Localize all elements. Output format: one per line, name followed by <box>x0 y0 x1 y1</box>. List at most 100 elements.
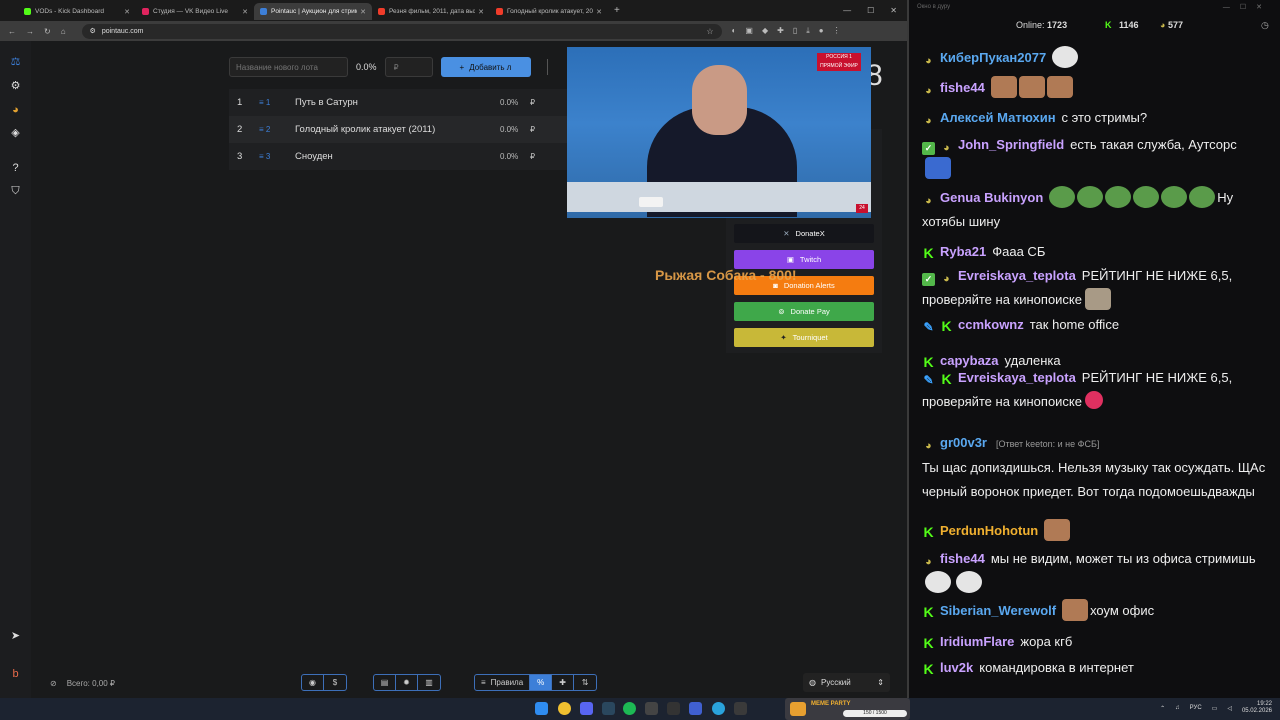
chat-username[interactable]: fishe44 <box>940 80 985 95</box>
chat-username[interactable]: Evreiskaya_teplota <box>958 268 1076 283</box>
chat-username[interactable]: IridiumFlare <box>940 634 1014 649</box>
tab-vk-studio[interactable]: Студия — VK Видео Live ✕ <box>136 3 254 20</box>
chat-username[interactable]: Siberian_Werewolf <box>940 603 1056 618</box>
lot-id[interactable]: ≡ 3 <box>259 152 270 161</box>
start-icon[interactable] <box>535 702 548 715</box>
obs-icon[interactable] <box>667 702 680 715</box>
lot-row[interactable]: 1 ≡ 1 Путь в Сатурн 0.0% ₽ <box>229 89 567 116</box>
close-tab-icon[interactable]: ✕ <box>242 8 248 16</box>
reply-context[interactable]: [Ответ keeton: и не ФСБ] <box>996 439 1099 449</box>
bug-icon[interactable]: ✹ <box>396 675 418 690</box>
back-icon[interactable]: ← <box>8 27 16 36</box>
site-info-icon[interactable]: ⚙ <box>90 27 96 35</box>
chat-username[interactable]: luv2k <box>940 660 973 675</box>
network-icon[interactable]: ▭ <box>1212 705 1218 712</box>
percent-toggle[interactable]: % <box>530 675 553 690</box>
lot-row[interactable]: 2 ≡ 2 Голодный кролик атакует (2011) 0.0… <box>229 116 567 143</box>
maximize-icon[interactable]: ☐ <box>867 6 874 15</box>
video-overlay: РОССИЯ 1 ПРЯМОЙ ЭФИР 24 <box>567 47 871 218</box>
steam-icon[interactable] <box>602 702 615 715</box>
app-icon[interactable] <box>689 702 702 715</box>
video-desk <box>567 182 871 212</box>
lot-amount-input[interactable] <box>384 57 433 77</box>
close-tab-icon[interactable]: ✕ <box>596 8 602 16</box>
download-icon[interactable]: ⤓ <box>806 26 810 36</box>
menu-icon[interactable]: ⋮ <box>833 26 841 36</box>
lot-id[interactable]: ≡ 2 <box>259 125 270 134</box>
chat-username[interactable]: ccmkownz <box>958 317 1024 332</box>
hide-icon[interactable]: ⊘ <box>50 679 57 688</box>
lot-name-input[interactable] <box>229 57 348 77</box>
home-icon[interactable]: ⌂ <box>61 27 66 36</box>
bookmark-star-icon[interactable]: ☆ <box>706 27 713 36</box>
chevron-up-icon[interactable]: ⌃ <box>1160 705 1165 712</box>
lot-id[interactable]: ≡ 1 <box>259 98 270 107</box>
chat-username[interactable]: Evreiskaya_teplota <box>958 370 1076 385</box>
profile-icon[interactable]: ● <box>819 26 824 36</box>
discord-icon[interactable] <box>580 702 593 715</box>
tourniquet-button[interactable]: ✦ Tourniquet <box>734 328 874 347</box>
new-tab-button[interactable]: + <box>608 5 626 16</box>
tab-kick-dashboard[interactable]: VODs - Kick Dashboard ✕ <box>18 3 136 20</box>
dollar-icon[interactable]: $ <box>324 675 346 690</box>
trash-icon[interactable]: ▥ <box>418 675 440 690</box>
app-icon[interactable] <box>734 702 747 715</box>
volume-icon[interactable]: ◁ <box>1227 705 1232 712</box>
sort-icon[interactable]: ⇅ <box>574 675 596 690</box>
extension-icon[interactable]: ▣ <box>745 26 753 36</box>
add-column-icon[interactable]: ✚ <box>552 675 575 690</box>
keyboard-lang[interactable]: РУС <box>1190 705 1202 711</box>
chat-username[interactable]: Ryba21 <box>940 244 986 259</box>
history-icon[interactable]: ▤ <box>374 675 396 690</box>
chat-window-title-bar: Окно в дуру —☐✕ <box>909 0 1280 14</box>
extension-icon[interactable]: ◐ <box>732 26 737 36</box>
kick-badge-icon: K <box>941 318 952 334</box>
shield-icon[interactable]: ⛉ <box>9 185 22 198</box>
telegram-icon[interactable]: ➤ <box>9 630 22 643</box>
settings-icon[interactable]: ⚙ <box>9 80 22 93</box>
telegram-icon[interactable] <box>712 702 725 715</box>
tab-film-1[interactable]: Резня фильм, 2011, дата выхо ✕ <box>372 3 490 20</box>
tab-film-2[interactable]: Голодный кролик атакует, 20 ✕ <box>490 3 608 20</box>
chat-window-controls[interactable]: —☐✕ <box>1223 3 1272 11</box>
extension-icon[interactable]: ◆ <box>762 26 768 36</box>
close-tab-icon[interactable]: ✕ <box>124 8 130 16</box>
clock-icon[interactable]: ◷ <box>1261 20 1269 31</box>
chat-username[interactable]: Genua Bukinyon <box>940 190 1043 205</box>
chat-username[interactable]: John_Springfield <box>958 137 1064 152</box>
forward-icon[interactable]: → <box>26 27 34 36</box>
tab-pointauc[interactable]: Pointauc | Аукцион для стрима ✕ <box>254 3 372 20</box>
close-tab-icon[interactable]: ✕ <box>478 8 484 16</box>
rules-button[interactable]: ≡ Правила <box>475 675 531 690</box>
chat-username[interactable]: Алексей Матюхин <box>940 110 1056 125</box>
chat-username[interactable]: fishe44 <box>940 551 985 566</box>
donatex-button[interactable]: ✕ DonateX <box>734 224 874 243</box>
chat-username[interactable]: КиберПукан2077 <box>940 50 1046 65</box>
chat-username[interactable]: gr00v3r <box>940 435 987 450</box>
close-tab-icon[interactable]: ✕ <box>360 8 366 16</box>
add-lot-button[interactable]: + Добавить л <box>440 57 531 77</box>
layers-icon[interactable]: ◈ <box>9 127 22 140</box>
hat-badge-icon: ◕ <box>925 440 932 452</box>
chrome-icon[interactable] <box>558 702 571 715</box>
wheel-icon[interactable]: ◕ <box>9 104 22 117</box>
lot-row[interactable]: 3 ≡ 3 Сноуден 0.0% ₽ <box>229 143 567 170</box>
github-icon[interactable]: ◉ <box>302 675 324 690</box>
sidebar-icon[interactable]: ▯ <box>793 26 797 36</box>
close-icon[interactable]: ✕ <box>890 6 897 15</box>
meme-party-widget[interactable]: MEME PARTY 150 / 1500 <box>785 698 910 720</box>
clock[interactable]: 19:22 05.02.2026 <box>1242 701 1272 715</box>
donate-pay-button[interactable]: ⊚ Donate Pay <box>734 302 874 321</box>
time: 19:22 <box>1256 701 1272 707</box>
reload-icon[interactable]: ↻ <box>44 27 51 36</box>
auction-hammer-icon[interactable]: ⚖ <box>9 56 22 69</box>
help-icon[interactable]: ? <box>9 162 22 175</box>
url-bar[interactable]: ⚙ pointauc.com ☆ <box>81 23 722 39</box>
spotify-icon[interactable] <box>623 702 636 715</box>
minimize-icon[interactable]: — <box>843 6 851 15</box>
app-icon[interactable] <box>645 702 658 715</box>
chat-username[interactable]: PerdunHohotun <box>940 523 1038 538</box>
microphone-icon[interactable]: ♫ <box>1175 705 1180 711</box>
language-select[interactable]: ◍ Русский ⇕ <box>803 673 890 692</box>
puzzle-icon[interactable]: ✚ <box>777 26 784 36</box>
